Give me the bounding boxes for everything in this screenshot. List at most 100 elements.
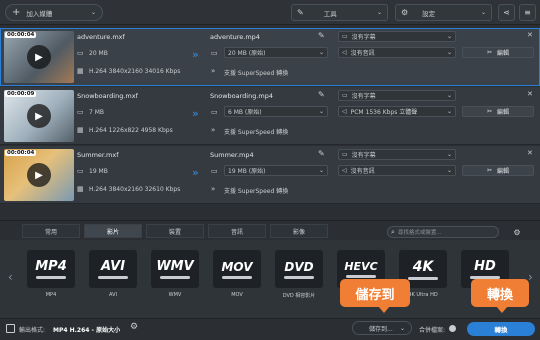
output-file-name[interactable]: adventure.mp4 [210,33,260,41]
format-icon: AVI [89,250,137,288]
close-icon[interactable]: ✕ [527,90,533,98]
source-file-size: 19 MB [89,168,108,175]
format-search-placeholder: 尋找格式或裝置... [397,230,442,236]
share-button[interactable]: ⋖ [498,4,515,21]
format-icon-underline [408,276,438,280]
format-tile[interactable]: MOV MOV [213,250,261,302]
output-size-select[interactable]: 6 MB (原始) ⌄ [224,106,328,117]
format-tile[interactable]: WMV WMV [151,250,199,302]
edit-button[interactable]: ✂ 編輯 [462,106,534,117]
save-to-label: 儲存到... [369,325,393,333]
format-icon-underline [36,276,66,279]
chevron-down-icon: ⌄ [399,324,405,332]
format-settings-icon[interactable]: ⚙ [511,226,523,238]
tab-video[interactable]: 影片 [84,224,142,238]
folder-icon: ▭ [211,167,218,175]
audio-value: 沒有音訊 [350,50,375,57]
format-icon: MOV [213,250,261,288]
pencil-icon[interactable]: ✎ [318,149,325,158]
audio-select[interactable]: ◁ 沒有音訊 ⌄ [338,47,456,58]
file-row[interactable]: 00:00:04 ▶ adventure.mxf ▭ 20 MB ▦ H.264… [0,28,540,86]
add-media-label: 加入媒體 [26,9,53,18]
menu-button[interactable]: ≡ [519,4,536,21]
format-tile[interactable]: AVI AVI [89,250,137,302]
output-size-select[interactable]: 19 MB (原始) ⌄ [224,165,328,176]
folder-icon: ▭ [211,49,218,57]
convert-callout: 轉換 [471,279,529,307]
chevron-down-icon: ⌄ [90,9,96,16]
video-thumbnail[interactable]: 00:00:04 ▶ [4,149,74,201]
subtitle-select[interactable]: ▭ 沒有字幕 ⌄ [338,90,456,101]
format-tile[interactable]: MP4 MP4 [27,250,75,302]
superspeed-label: 支援 SuperSpeed 轉換 [224,188,289,195]
convert-arrows-icon: » [192,48,199,61]
subtitle-icon: ▭ [342,33,348,40]
wrench-icon: ✎ [297,8,304,17]
convert-arrows-icon: » [192,166,199,179]
pencil-icon[interactable]: ✎ [318,31,325,40]
chevron-down-icon: ⌄ [318,49,324,56]
tools-button[interactable]: ✎ 工具 ⌄ [291,4,388,21]
output-settings-gear-icon[interactable]: ⚙ [130,322,138,332]
scroll-left-arrow-icon[interactable]: ‹ [8,270,13,284]
chevron-down-icon: ⌄ [446,33,452,40]
subtitle-select[interactable]: ▭ 沒有字幕 ⌄ [338,31,456,42]
video-thumbnail[interactable]: 00:00:09 ▶ [4,90,74,142]
audio-value: PCM 1536 Kbps 立體聲 [350,109,418,116]
merge-files-toggle[interactable] [449,325,456,332]
audio-select[interactable]: ◁ 沒有音訊 ⌄ [338,165,456,176]
format-label: DVD 相容影片 [282,293,316,299]
convert-callout-label: 轉換 [486,287,513,303]
convert-button[interactable]: 轉換 [467,322,535,336]
output-file-name[interactable]: Summer.mp4 [210,151,254,159]
duration-badge: 00:00:04 [5,150,37,156]
file-row[interactable]: 00:00:09 ▶ Snowboarding.mxf ▭ 7 MB ▦ H.2… [0,87,540,145]
settings-button[interactable]: ⚙ 設定 ⌄ [395,4,492,21]
close-icon[interactable]: ✕ [527,149,533,157]
source-file-name: Snowboarding.mxf [77,92,138,100]
folder-icon: ▭ [77,49,84,57]
format-label: WMV [168,292,182,298]
subtitle-select[interactable]: ▭ 沒有字幕 ⌄ [338,149,456,160]
output-format-value[interactable]: MP4 H.264 - 原始大小 [53,325,120,334]
tab-audio[interactable]: 音訊 [208,224,266,238]
film-icon: ▦ [77,126,84,134]
edit-button[interactable]: ✂ 編輯 [462,165,534,176]
format-tile[interactable]: DVD DVD 相容影片 [275,250,323,302]
source-codec-info: H.264 3840x2160 34016 Kbps [89,68,181,75]
output-file-name[interactable]: Snowboarding.mp4 [210,92,273,100]
folder-icon: ▭ [211,108,218,116]
output-size-select[interactable]: 20 MB (原始) ⌄ [224,47,328,58]
chevron-down-icon: ⌄ [318,108,324,115]
file-row[interactable]: 00:00:04 ▶ Summer.mxf ▭ 19 MB ▦ H.264 38… [0,146,540,204]
add-media-button[interactable]: + 加入媒體 ⌄ [5,4,103,21]
hamburger-menu-icon: ≡ [524,8,531,17]
play-icon[interactable]: ▶ [27,163,51,187]
format-icon-underline [284,275,314,279]
pencil-icon[interactable]: ✎ [318,90,325,99]
format-icon-underline [346,275,376,278]
tab-images[interactable]: 影像 [270,224,328,238]
play-icon[interactable]: ▶ [27,104,51,128]
audio-value: 沒有音訊 [350,168,375,175]
save-to-button[interactable]: 儲存到... ⌄ [352,321,412,335]
format-icon-text: HD [474,259,496,274]
scissors-icon: ✂ [486,49,492,56]
close-icon[interactable]: ✕ [527,31,533,39]
save-to-callout-label: 儲存到 [355,287,395,303]
play-icon[interactable]: ▶ [27,45,51,69]
format-icon-underline [98,276,128,279]
format-search-field[interactable]: ⌕ 尋找格式或裝置... [387,226,499,238]
source-file-name: adventure.mxf [77,33,125,41]
video-thumbnail[interactable]: 00:00:04 ▶ [4,31,74,83]
duration-badge: 00:00:09 [5,91,37,97]
tab-common[interactable]: 常用 [22,224,80,238]
source-codec-info: H.264 1226x822 4958 Kbps [89,127,173,134]
format-icon-text: HEVC [344,260,378,273]
audio-select[interactable]: ◁ PCM 1536 Kbps 立體聲 ⌄ [338,106,456,117]
edit-button[interactable]: ✂ 編輯 [462,47,534,58]
format-icon: DVD [275,250,323,288]
format-icon-text: AVI [100,259,126,274]
edit-label: 編輯 [497,50,510,57]
tab-devices[interactable]: 裝置 [146,224,204,238]
